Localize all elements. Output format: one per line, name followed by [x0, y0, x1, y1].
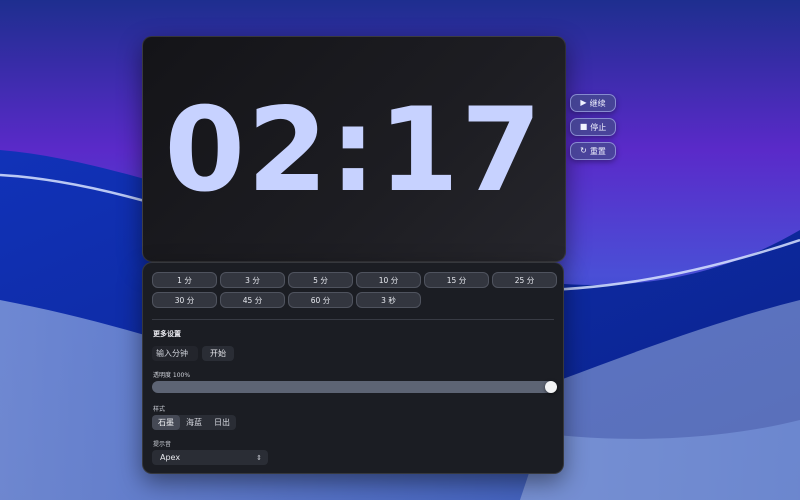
- chevron-updown-icon: ⇕: [256, 453, 262, 462]
- settings-panel: 1 分 3 分 5 分 10 分 15 分 25 分 30 分 45 分 60 …: [142, 262, 564, 474]
- style-option-sunrise[interactable]: 日出: [208, 415, 236, 430]
- style-option-graphite[interactable]: 石墨: [152, 415, 180, 430]
- timer-window: 02:17: [142, 36, 566, 262]
- sound-select[interactable]: Apex ⇕: [152, 450, 268, 465]
- reset-button[interactable]: ↻ 重置: [570, 142, 616, 160]
- play-icon: ▶: [580, 98, 587, 107]
- preset-button-30min[interactable]: 30 分: [152, 292, 217, 308]
- preset-button-3min[interactable]: 3 分: [220, 272, 285, 288]
- preset-grid: 1 分 3 分 5 分 10 分 15 分 25 分 30 分 45 分 60 …: [152, 272, 557, 308]
- preset-button-5min[interactable]: 5 分: [288, 272, 353, 288]
- preset-button-60min[interactable]: 60 分: [288, 292, 353, 308]
- stop-button[interactable]: ■ 停止: [570, 118, 616, 136]
- sound-select-value: Apex: [160, 453, 181, 462]
- timer-display: 02:17: [164, 83, 544, 218]
- resume-label: 继续: [589, 98, 606, 108]
- preset-button-45min[interactable]: 45 分: [220, 292, 285, 308]
- stop-icon: ■: [579, 122, 588, 131]
- style-label: 样式: [153, 406, 166, 413]
- reset-icon: ↻: [580, 146, 587, 155]
- preset-button-1min[interactable]: 1 分: [152, 272, 217, 288]
- start-button[interactable]: 开始: [202, 346, 234, 361]
- style-segmented-control: 石墨 海蓝 日出: [152, 415, 236, 430]
- preset-button-3sec[interactable]: 3 秒: [356, 292, 421, 308]
- opacity-label: 透明度 100%: [153, 372, 191, 379]
- minutes-input[interactable]: 输入分钟: [152, 346, 198, 361]
- stop-label: 停止: [590, 122, 607, 132]
- sound-label: 提示音: [153, 441, 172, 448]
- style-option-ocean[interactable]: 海蓝: [180, 415, 208, 430]
- preset-button-15min[interactable]: 15 分: [424, 272, 489, 288]
- custom-minutes-row: 输入分钟 开始: [152, 346, 234, 361]
- timer-controls: ▶ 继续 ■ 停止 ↻ 重置: [570, 94, 616, 160]
- opacity-slider-thumb[interactable]: [545, 381, 557, 393]
- resume-button[interactable]: ▶ 继续: [570, 94, 616, 112]
- reset-label: 重置: [589, 146, 606, 156]
- preset-button-10min[interactable]: 10 分: [356, 272, 421, 288]
- divider: [152, 319, 554, 320]
- more-settings-title: 更多设置: [153, 330, 181, 338]
- opacity-slider[interactable]: [152, 381, 557, 393]
- preset-button-25min[interactable]: 25 分: [492, 272, 557, 288]
